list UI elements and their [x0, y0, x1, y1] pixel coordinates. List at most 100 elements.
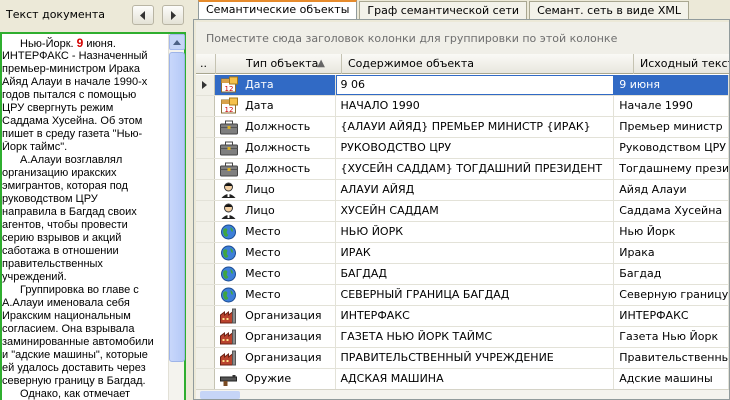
table-row[interactable]: Место ИРАК Ирака [196, 243, 729, 264]
table-row[interactable]: Должность {АЛАУИ АЙЯД} ПРЕМЬЕР МИНИСТР {И… [196, 117, 729, 138]
column-header-object-content[interactable]: Содержимое объекта [342, 54, 634, 74]
row-indicator[interactable] [196, 306, 216, 326]
table-row[interactable]: Лицо ХУСЕЙН САДДАМ Саддама Хусейна [196, 201, 729, 222]
cell-object-content[interactable]: НЬЮ ЙОРК [336, 222, 615, 242]
tab-0[interactable]: Семантические объекты [198, 0, 358, 20]
cell-object-type[interactable]: Организация [215, 348, 336, 368]
table-row[interactable]: 12 Дата 9 06 9 июня [196, 75, 729, 96]
cell-object-type[interactable]: Оружие [215, 369, 336, 389]
cell-source-text[interactable]: Саддама Хусейна [614, 201, 729, 221]
object-type-label: Организация [245, 351, 322, 364]
cell-object-content[interactable]: ХУСЕЙН САДДАМ [336, 201, 615, 221]
row-indicator[interactable] [196, 180, 216, 200]
cell-object-content[interactable]: ПРАВИТЕЛЬСТВЕННЫЙ УЧРЕЖДЕНИЕ [336, 348, 615, 368]
cell-object-type[interactable]: 12 Дата [215, 96, 336, 116]
cell-object-content[interactable]: ИРАК [336, 243, 615, 263]
cell-source-text[interactable]: Северную границу [614, 285, 729, 305]
table-row[interactable]: Место СЕВЕРНЫЙ ГРАНИЦА БАГДАД Северную гра… [196, 285, 729, 306]
scroll-up-button[interactable] [169, 34, 185, 50]
cell-object-content[interactable]: ГАЗЕТА НЬЮ ЙОРК ТАЙМС [336, 327, 615, 347]
document-line: Однако, как отмечает [2, 388, 167, 400]
row-indicator[interactable] [196, 75, 216, 95]
cell-object-content[interactable]: АЛАУИ АЙЯД [336, 180, 615, 200]
cell-source-text[interactable]: Адские машины [614, 369, 729, 389]
cell-source-text[interactable]: Нью Йорк [614, 222, 729, 242]
cell-object-type[interactable]: Лицо [215, 201, 336, 221]
cell-object-type[interactable]: Должность [215, 138, 336, 158]
column-header-object-type[interactable]: Тип объекта ▲ [216, 54, 342, 74]
previous-button[interactable] [132, 5, 154, 25]
grid-horizontal-scrollbar[interactable] [196, 389, 729, 399]
table-row[interactable]: Организация ИНТЕРФАКС ИНТЕРФАКС [196, 306, 729, 327]
table-row[interactable]: Должность {ХУСЕЙН САДДАМ} ТОГДАШНИЙ ПРЕЗИ… [196, 159, 729, 180]
cell-source-text[interactable]: Начале 1990 [614, 96, 729, 116]
cell-object-type[interactable]: Место [215, 285, 336, 305]
document-panel-header: Текст документа [0, 0, 190, 30]
cell-object-type[interactable]: Место [215, 222, 336, 242]
table-row[interactable]: Организация ПРАВИТЕЛЬСТВЕННЫЙ УЧРЕЖДЕНИЕ П… [196, 348, 729, 369]
cell-source-text[interactable]: Багдад [614, 264, 729, 284]
text-run: А.Алауи возглавлял [20, 154, 123, 166]
cell-object-content[interactable]: {ХУСЕЙН САДДАМ} ТОГДАШНИЙ ПРЕЗИДЕНТ [336, 159, 615, 179]
cell-source-text[interactable]: Ирака [614, 243, 729, 263]
cell-object-type[interactable]: Организация [215, 306, 336, 326]
cell-object-type[interactable]: Организация [215, 327, 336, 347]
cell-object-type[interactable]: Место [215, 243, 336, 263]
column-header-source-text[interactable]: Исходный текст [634, 54, 729, 74]
cell-source-text[interactable]: Тогдашнему президенту [614, 159, 729, 179]
row-indicator[interactable] [196, 348, 216, 368]
horizontal-scroll-thumb[interactable] [200, 391, 240, 399]
cell-object-content[interactable]: ИНТЕРФАКС [336, 306, 615, 326]
table-row[interactable]: Организация ГАЗЕТА НЬЮ ЙОРК ТАЙМС Газета Н… [196, 327, 729, 348]
cell-source-text[interactable]: Правительственных [614, 348, 729, 368]
svg-text:12: 12 [225, 85, 234, 93]
cell-object-type[interactable]: Лицо [215, 180, 336, 200]
column-header-indicator[interactable]: .. [196, 54, 216, 74]
table-row[interactable]: Лицо АЛАУИ АЙЯД Айяд Алауи [196, 180, 729, 201]
document-line: организацию иракских [2, 167, 167, 180]
cell-object-content[interactable]: БАГДАД [336, 264, 615, 284]
row-indicator[interactable] [196, 264, 216, 284]
table-row[interactable]: Должность РУКОВОДСТВО ЦРУ Руководством ЦРУ [196, 138, 729, 159]
next-button[interactable] [162, 5, 184, 25]
row-indicator[interactable] [196, 285, 216, 305]
row-indicator[interactable] [196, 222, 216, 242]
row-indicator[interactable] [196, 96, 216, 116]
scroll-thumb[interactable] [169, 52, 185, 362]
table-row[interactable]: Оружие АДСКАЯ МАШИНА Адские машины [196, 369, 729, 389]
cell-object-type[interactable]: 12 Дата [215, 75, 336, 95]
cell-source-text[interactable]: 9 июня [614, 75, 729, 95]
text-run: агентов, чтобы провести [2, 219, 128, 231]
cell-source-text[interactable]: Премьер министр [614, 117, 729, 137]
cell-object-type[interactable]: Должность [215, 117, 336, 137]
cell-object-content[interactable]: {АЛАУИ АЙЯД} ПРЕМЬЕР МИНИСТР {ИРАК} [336, 117, 615, 137]
cell-object-content[interactable]: АДСКАЯ МАШИНА [336, 369, 615, 389]
cell-source-text[interactable]: ИНТЕРФАКС [614, 306, 729, 326]
cell-object-content[interactable]: НАЧАЛО 1990 [336, 96, 615, 116]
cell-source-text[interactable]: Газета Нью Йорк [614, 327, 729, 347]
cell-object-content[interactable]: РУКОВОДСТВО ЦРУ [336, 138, 615, 158]
cell-object-type[interactable]: Должность [215, 159, 336, 179]
cell-object-content[interactable]: СЕВЕРНЫЙ ГРАНИЦА БАГДАД [336, 285, 615, 305]
cell-source-text[interactable]: Руководством ЦРУ [614, 138, 729, 158]
row-indicator[interactable] [196, 369, 216, 389]
table-row[interactable]: Место БАГДАД Багдад [196, 264, 729, 285]
table-row[interactable]: 12 Дата НАЧАЛО 1990 Начале 1990 [196, 96, 729, 117]
table-row[interactable]: Место НЬЮ ЙОРК Нью Йорк [196, 222, 729, 243]
tab-1[interactable]: Граф семантической сети [359, 1, 528, 20]
document-text-area[interactable]: Нью-Йорк. 9 июня. ИНТЕРФАКС - Назначенный… [0, 32, 186, 400]
cell-source-text[interactable]: Айяд Алауи [614, 180, 729, 200]
row-indicator[interactable] [196, 201, 216, 221]
row-indicator[interactable] [196, 138, 216, 158]
tab-2[interactable]: Семант. сеть в виде XML [529, 1, 689, 20]
row-indicator[interactable] [196, 159, 216, 179]
document-vertical-scrollbar[interactable] [168, 34, 185, 400]
object-type-label: Дата [245, 78, 274, 91]
group-by-panel[interactable]: Поместите сюда заголовок колонки для гру… [196, 22, 729, 54]
cell-object-content[interactable]: 9 06 [335, 75, 615, 95]
document-line: и "адские машины", которые [2, 349, 167, 362]
cell-object-type[interactable]: Место [215, 264, 336, 284]
row-indicator[interactable] [196, 243, 216, 263]
row-indicator[interactable] [196, 327, 216, 347]
row-indicator[interactable] [196, 117, 216, 137]
